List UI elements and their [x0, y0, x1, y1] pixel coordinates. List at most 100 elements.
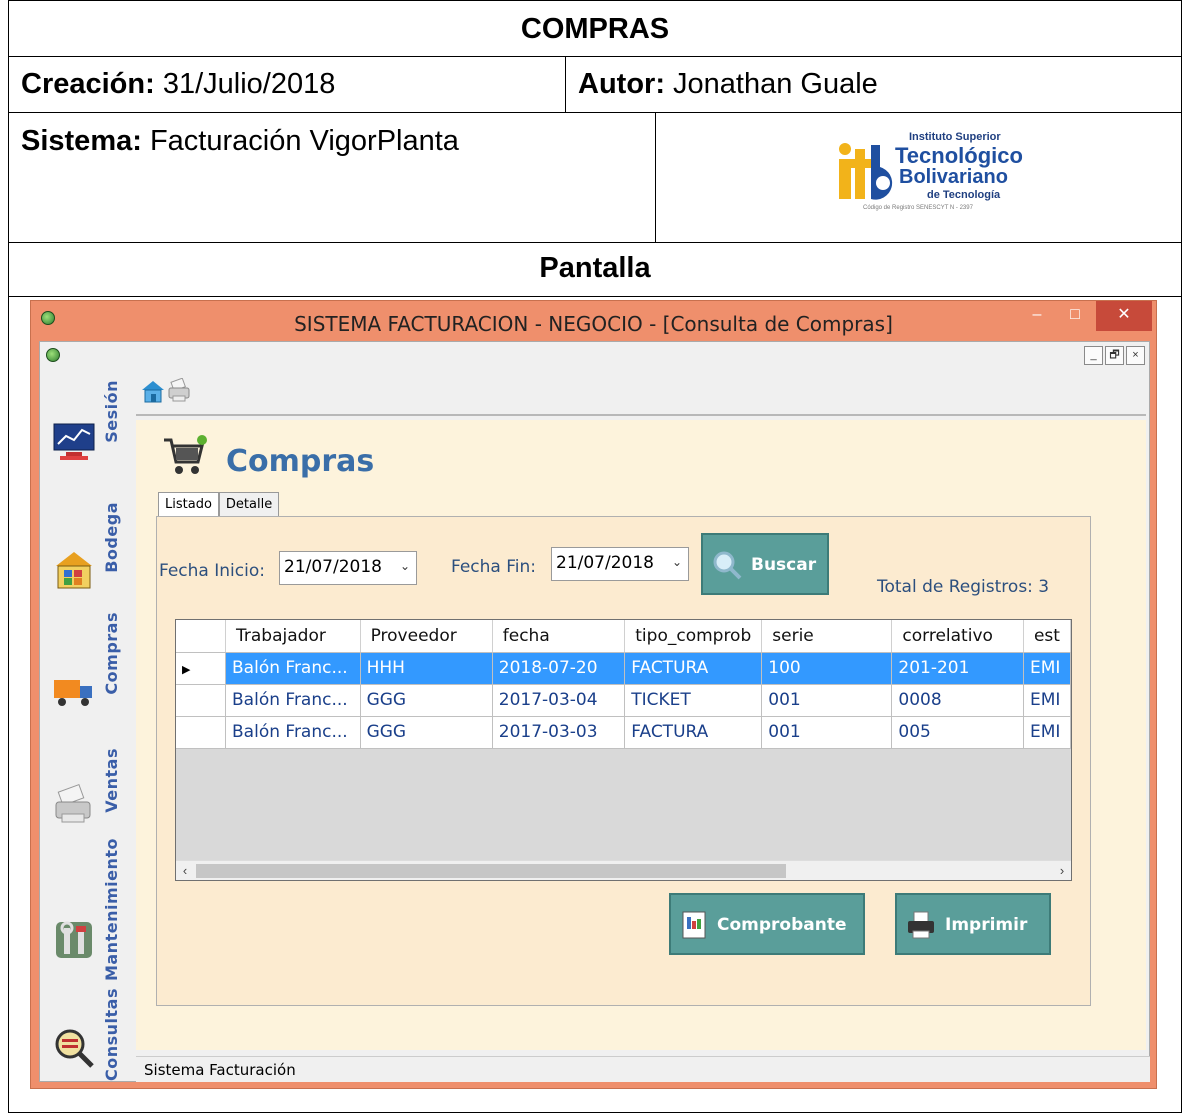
fecha-inicio-value: 21/07/2018: [284, 557, 382, 577]
minimize-button[interactable]: –: [1022, 301, 1052, 331]
tab-detalle[interactable]: Detalle: [218, 492, 280, 517]
table-cell: EMI: [1023, 684, 1071, 717]
col-header[interactable]: serie: [761, 620, 893, 653]
sidebar-item-bodega[interactable]: Bodega: [40, 502, 135, 612]
table-cell: 2018-07-20: [492, 652, 626, 685]
doc-screen-row: Pantalla: [9, 243, 1181, 297]
table-cell: FACTURA: [624, 716, 763, 749]
fecha-inicio-picker[interactable]: 21/07/2018 ⌄: [279, 551, 417, 585]
fecha-fin-picker[interactable]: 21/07/2018 ⌄: [551, 547, 689, 581]
table-cell: TICKET: [624, 684, 763, 717]
window-title: SISTEMA FACTURACION - NEGOCIO - [Consult…: [294, 312, 893, 336]
table-cell: Balón Franc...: [225, 652, 361, 685]
comprobante-button[interactable]: Comprobante: [669, 893, 865, 955]
search-icon: [711, 549, 743, 581]
table-cell: HHH: [360, 652, 493, 685]
mdi-minimize-button[interactable]: _: [1084, 346, 1103, 365]
col-header[interactable]: fecha: [492, 620, 626, 653]
imprimir-label: Imprimir: [945, 915, 1028, 935]
system-value: Facturación VigorPlanta: [141, 125, 459, 157]
author-label: Autor:: [578, 68, 665, 100]
sidebar-label-sesion: Sesión: [102, 380, 121, 443]
scroll-left-icon[interactable]: ‹: [176, 861, 194, 880]
table-cell: EMI: [1023, 716, 1071, 749]
sidebar-item-mantenimiento[interactable]: Mantenimiento: [40, 838, 135, 998]
system-cell: Sistema: Facturación VigorPlanta: [9, 113, 654, 242]
logo-line4: de Tecnología: [927, 189, 1001, 201]
creation-cell: Creación: 31/Julio/2018: [9, 57, 564, 112]
window-titlebar[interactable]: SISTEMA FACTURACION - NEGOCIO - [Consult…: [31, 301, 1156, 341]
home-icon[interactable]: [140, 378, 166, 404]
table-cell: 001: [761, 684, 893, 717]
sidebar-item-compras[interactable]: Compras: [40, 612, 135, 732]
mdi-bar: _ 🗗 ×: [40, 342, 1149, 372]
toolbar: [136, 372, 1146, 416]
chevron-down-icon: ⌄: [671, 555, 682, 569]
status-text: Sistema Facturación: [144, 1061, 296, 1079]
table-cell: 100: [761, 652, 893, 685]
author-cell: Autor: Jonathan Guale: [566, 57, 1176, 112]
row-header-corner: [176, 620, 227, 653]
close-button[interactable]: ✕: [1096, 301, 1152, 331]
creation-value: 31/Julio/2018: [154, 68, 336, 100]
fecha-fin-value: 21/07/2018: [556, 553, 654, 573]
printer-icon: [52, 784, 96, 828]
logo-line1: Instituto Superior: [909, 131, 1001, 143]
sidebar-label-ventas: Ventas: [102, 748, 121, 813]
system-label: Sistema:: [21, 125, 142, 157]
col-header[interactable]: Trabajador: [225, 620, 361, 653]
status-bar: Sistema Facturación: [136, 1056, 1150, 1082]
cart-icon: [162, 434, 208, 478]
creation-label: Creación:: [21, 68, 155, 100]
table-cell: 2017-03-04: [492, 684, 626, 717]
table-header: Trabajador Proveedor fecha tipo_comprob …: [176, 620, 1071, 653]
mdi-container: _ 🗗 × Sesión Bodega Compras Ventas Mante…: [39, 341, 1150, 1082]
compras-form: Compras Listado Detalle Fecha Inicio: 21…: [136, 420, 1146, 1050]
table-row[interactable]: Balón Franc... GGG 2017-03-04 TICKET 001…: [176, 684, 1071, 717]
tab-bar: Listado Detalle: [158, 492, 280, 517]
print-icon[interactable]: [166, 377, 192, 404]
table-cell: 0008: [891, 684, 1024, 717]
table-cell: Balón Franc...: [225, 684, 361, 717]
table-cell: 2017-03-03: [492, 716, 626, 749]
table-row[interactable]: Balón Franc... GGG 2017-03-03 FACTURA 00…: [176, 716, 1071, 749]
truck-icon: [52, 668, 96, 712]
sidebar-label-compras: Compras: [102, 612, 121, 695]
buscar-button[interactable]: Buscar: [701, 533, 829, 595]
scroll-right-icon[interactable]: ›: [1053, 861, 1071, 880]
col-header[interactable]: tipo_comprob: [624, 620, 763, 653]
total-registros: Total de Registros: 3: [877, 577, 1050, 597]
sidebar-label-mantenimiento: Mantenimiento: [102, 838, 121, 982]
receipt-icon: [679, 909, 711, 941]
row-marker: [176, 716, 227, 749]
sidebar-item-ventas[interactable]: Ventas: [40, 740, 135, 850]
maximize-button[interactable]: □: [1060, 301, 1090, 331]
table-cell: GGG: [360, 684, 493, 717]
compras-grid[interactable]: Trabajador Proveedor fecha tipo_comprob …: [175, 619, 1072, 881]
doc-title: COMPRAS: [520, 13, 670, 45]
doc-meta-row: Creación: 31/Julio/2018 Autor: Jonathan …: [9, 57, 1181, 113]
screen-label: Pantalla: [539, 252, 651, 284]
tab-listado[interactable]: Listado: [158, 492, 219, 516]
sidebar-item-consultas[interactable]: Consultas: [40, 988, 135, 1108]
col-header[interactable]: Proveedor: [360, 620, 493, 653]
printer-icon: [905, 909, 937, 941]
mdi-restore-button[interactable]: 🗗: [1105, 346, 1124, 365]
horizontal-scrollbar[interactable]: ‹ ›: [176, 860, 1071, 880]
scrollbar-thumb[interactable]: [196, 864, 786, 878]
row-marker: [176, 684, 227, 717]
tools-icon: [52, 918, 96, 962]
sidebar-label-bodega: Bodega: [102, 502, 121, 573]
magnifier-icon: [52, 1026, 96, 1070]
imprimir-button[interactable]: Imprimir: [895, 893, 1051, 955]
chevron-down-icon: ⌄: [399, 559, 410, 573]
col-header[interactable]: correlativo: [891, 620, 1024, 653]
col-header[interactable]: est: [1023, 620, 1071, 653]
monitor-chart-icon: [52, 420, 96, 464]
compras-table: Trabajador Proveedor fecha tipo_comprob …: [176, 620, 1071, 749]
mdi-close-button[interactable]: ×: [1126, 346, 1145, 365]
itb-logo: Instituto Superior Tecnológico Bolivaria…: [837, 131, 1023, 227]
sidebar-item-sesion[interactable]: Sesión: [40, 376, 135, 486]
form-title: Compras: [226, 444, 375, 479]
table-row[interactable]: ▶ Balón Franc... HHH 2018-07-20 FACTURA …: [176, 652, 1071, 685]
